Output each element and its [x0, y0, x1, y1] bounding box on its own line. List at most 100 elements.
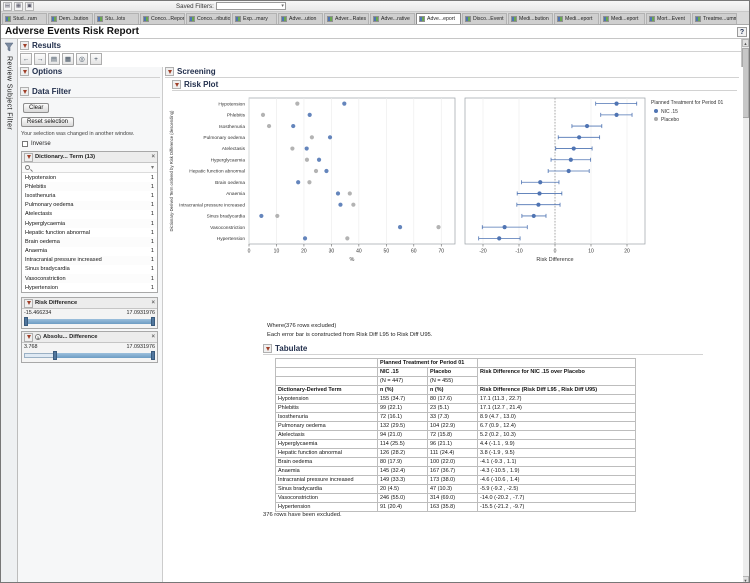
table-row: Vasoconstriction246 (55.0)314 (69.0)-14.… — [276, 494, 636, 503]
add-tool-icon[interactable]: + — [90, 53, 102, 65]
filter-term-item[interactable]: Sinus bradycardia1 — [22, 265, 157, 274]
disclosure-icon[interactable] — [20, 87, 29, 96]
risk-plot-svg[interactable]: 010203040506070%-20-1001020Risk Differen… — [165, 94, 740, 272]
col-npct1: n (%) — [378, 386, 428, 395]
svg-text:Hypertension: Hypertension — [217, 236, 246, 242]
filter-term-label: Atelectasis — [25, 211, 52, 217]
table-row: Hyperglycaemia114 (25.5)96 (21.1)4.4 (-1… — [276, 440, 636, 449]
report-tab-12[interactable]: Medi...eport — [554, 13, 599, 24]
table-cell-term: Hypertension — [276, 503, 378, 512]
report-tab-icon — [5, 16, 11, 22]
filter-term-item[interactable]: Intracranial pressure increased1 — [22, 256, 157, 265]
col-nic-n: (N = 447) — [378, 377, 428, 386]
disclosure-icon[interactable] — [24, 153, 33, 162]
filter-term-item[interactable]: Hypertension1 — [22, 283, 157, 292]
forward-arrow-icon[interactable]: → — [34, 53, 46, 65]
slider-handle-left[interactable] — [24, 317, 28, 326]
report-tab-10[interactable]: Disco...Event — [462, 13, 507, 24]
filter-term-item[interactable]: Isosthenuria1 — [22, 191, 157, 200]
report-tab-4[interactable]: Conco...ribution — [186, 13, 231, 24]
grid-icon[interactable]: ▦ — [14, 2, 23, 11]
risk-plot-title: Risk Plot — [184, 80, 218, 89]
report-tab-9[interactable]: Adve...eport — [416, 13, 461, 24]
filter-term-label: Sinus bradycardia — [25, 266, 70, 272]
app-window: ▤ ▦ ▣ Saved Filters: ▾ Stud...ramDem...b… — [0, 0, 750, 583]
filter-term-count: 1 — [151, 248, 154, 254]
risk-range-slider[interactable] — [24, 317, 155, 326]
table-row: Hypertension91 (20.4)163 (35.8)-15.5 (-2… — [276, 503, 636, 512]
scroll-up-icon[interactable]: ▲ — [742, 39, 749, 47]
svg-text:10: 10 — [588, 249, 594, 255]
close-icon[interactable]: × — [151, 334, 155, 340]
disclosure-icon[interactable] — [172, 80, 181, 89]
filter-term-item[interactable]: Atelectasis1 — [22, 210, 157, 219]
slider-handle-left[interactable] — [53, 351, 57, 360]
scrollbar-thumb[interactable] — [742, 48, 749, 118]
table-cell-term: Isosthenuria — [276, 413, 378, 422]
window-menu-icon[interactable]: ▤ — [3, 2, 12, 11]
inverse-checkbox[interactable] — [22, 141, 28, 147]
report-tab-8[interactable]: Adve...rative — [370, 13, 415, 24]
inverse-checkbox-row[interactable]: Inverse — [22, 141, 51, 147]
scroll-down-icon[interactable]: ▼ — [742, 576, 749, 583]
report-icon[interactable]: ▣ — [25, 2, 34, 11]
report-tab-5[interactable]: Exp...mary — [232, 13, 277, 24]
filter-term-item[interactable]: Anaemia1 — [22, 247, 157, 256]
report-tab-7[interactable]: Adver...Rates — [324, 13, 369, 24]
filter-term-item[interactable]: Pulmonary oedema 1 — [22, 201, 157, 210]
select-tool-icon[interactable]: ◎ — [76, 53, 88, 65]
report-tab-3[interactable]: Conco...Report — [140, 13, 185, 24]
abs-range-slider[interactable] — [24, 351, 155, 360]
disclosure-icon[interactable] — [20, 67, 29, 76]
svg-text:Sinus bradycardia: Sinus bradycardia — [207, 214, 246, 220]
tabulate-header: Tabulate — [263, 344, 703, 355]
term-list-filter-row[interactable]: ▾ — [22, 163, 157, 173]
slider-range[interactable] — [24, 319, 155, 324]
disclosure-icon[interactable] — [20, 41, 29, 50]
filter-term-label: Hypertension — [25, 285, 58, 291]
report-tab-6[interactable]: Adve...ution — [278, 13, 323, 24]
disclosure-icon[interactable] — [263, 344, 272, 353]
report-tab-15[interactable]: Treatme...ummary — [692, 13, 737, 24]
filter-term-label: Pulmonary oedema — [25, 202, 74, 208]
disclosure-icon[interactable] — [24, 333, 33, 342]
disclosure-icon[interactable] — [165, 67, 174, 76]
slider-handle-right[interactable] — [151, 317, 155, 326]
back-arrow-icon[interactable]: ← — [20, 53, 32, 65]
help-button[interactable]: ? — [737, 27, 747, 37]
slider-handle-right[interactable] — [151, 351, 155, 360]
table-row: Hepatic function abnormal126 (28.2)111 (… — [276, 449, 636, 458]
filter-term-item[interactable]: Brain oedema1 — [22, 237, 157, 246]
filter-term-count: 1 — [151, 202, 154, 208]
svg-text:10: 10 — [274, 249, 280, 255]
slider-range[interactable] — [53, 353, 155, 358]
filter-term-item[interactable]: Hepatic function abnormal1 — [22, 228, 157, 237]
report-tab-1[interactable]: Dem...bution — [48, 13, 93, 24]
svg-text:Vasoconstriction: Vasoconstriction — [210, 225, 245, 231]
page-title: Adverse Events Risk Report — [5, 26, 139, 37]
filter-term-item[interactable]: Hypotension1 — [22, 173, 157, 182]
filter-term-item[interactable]: Vasoconstriction1 — [22, 274, 157, 283]
table-view-icon[interactable]: ▤ — [48, 53, 60, 65]
grid-view-icon[interactable]: ▦ — [62, 53, 74, 65]
report-tab-2[interactable]: Stu...lots — [94, 13, 139, 24]
close-icon[interactable]: × — [151, 300, 155, 306]
filter-term-item[interactable]: Hyperglycaemia1 — [22, 219, 157, 228]
close-icon[interactable]: × — [151, 154, 155, 160]
report-tab-11[interactable]: Medi...bution — [508, 13, 553, 24]
funnel-icon — [4, 42, 14, 52]
report-tab-14[interactable]: Mort...Event — [646, 13, 691, 24]
filter-term-item[interactable]: Phlebitis1 — [22, 182, 157, 191]
saved-filters-select[interactable]: ▾ — [216, 2, 286, 10]
reset-selection-button[interactable]: Reset selection — [21, 117, 74, 127]
absolute-difference-filter: 1 Absolu... Difference × 3.768 17.093197… — [21, 331, 158, 363]
filter-term-label: Hepatic function abnormal — [25, 230, 90, 236]
report-tab-13[interactable]: Medi...eport — [600, 13, 645, 24]
clear-button[interactable]: Clear — [23, 103, 49, 113]
report-tab-0[interactable]: Stud...ram — [2, 13, 47, 24]
review-subject-filter-rail[interactable]: Review Subject Filter — [1, 39, 18, 583]
disclosure-icon[interactable] — [24, 299, 33, 308]
table-row: Pulmonary oedema132 (29.5)104 (22.9)6.7 … — [276, 422, 636, 431]
table-cell-rd: -4.6 (-10.6 , 1.4) — [478, 476, 636, 485]
filter-term-count: 1 — [151, 257, 154, 263]
